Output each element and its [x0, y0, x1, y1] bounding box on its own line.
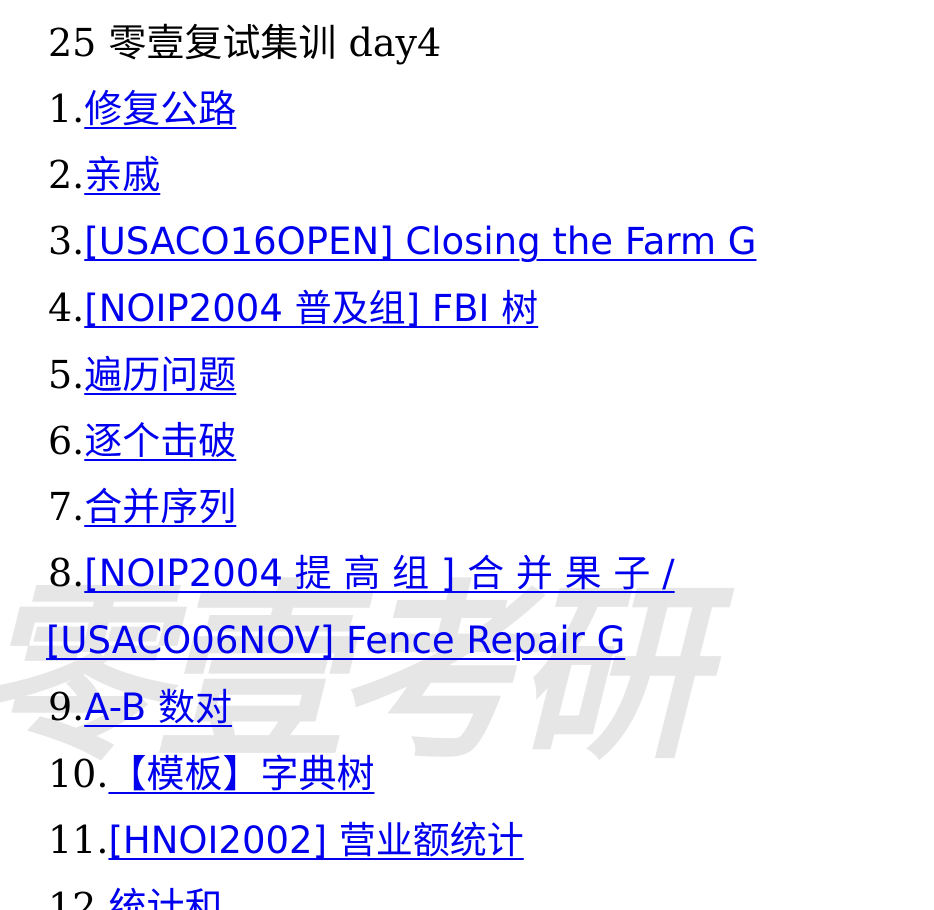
- problem-link[interactable]: [NOIP2004 普及组] FBI 树: [84, 287, 538, 330]
- item-number: 7.: [48, 485, 85, 529]
- item-number: 4.: [48, 286, 85, 330]
- problem-link[interactable]: [NOIP2004 提 高 组 ] 合 并 果 子 /: [84, 552, 674, 595]
- problem-link[interactable]: 逐个击破: [84, 419, 236, 463]
- item-number: 12.: [48, 885, 109, 910]
- list-item: 11.[HNOI2002] 营业额统计: [48, 807, 908, 874]
- document-page: 零壹考研 25 零壹复试集训 day4 1.修复公路 2.亲戚 3.[USACO…: [0, 0, 934, 910]
- item-number: 2.: [48, 153, 85, 197]
- problem-link[interactable]: 遍历问题: [84, 353, 236, 397]
- list-item: 8.[NOIP2004 提 高 组 ] 合 并 果 子 /: [48, 540, 908, 607]
- list-item: 12.统计和: [48, 874, 908, 910]
- list-item: 4.[NOIP2004 普及组] FBI 树: [48, 275, 908, 342]
- problem-link[interactable]: 修复公路: [84, 87, 236, 131]
- problem-link[interactable]: [USACO16OPEN] Closing the Farm G: [84, 220, 756, 263]
- list-item: 3.[USACO16OPEN] Closing the Farm G: [48, 208, 908, 275]
- task-list: 25 零壹复试集训 day4 1.修复公路 2.亲戚 3.[USACO16OPE…: [46, 10, 908, 910]
- list-item: 5.遍历问题: [48, 342, 908, 408]
- item-number: 1.: [48, 87, 85, 131]
- problem-link[interactable]: 亲戚: [84, 153, 160, 197]
- list-item: 1.修复公路: [48, 76, 908, 142]
- list-item: 9.A-B 数对: [48, 674, 908, 741]
- list-item: 10.【模板】字典树: [48, 741, 908, 807]
- list-item: 6.逐个击破: [48, 408, 908, 474]
- problem-link[interactable]: [USACO06NOV] Fence Repair G: [46, 619, 625, 662]
- item-number: 6.: [48, 419, 85, 463]
- problem-link[interactable]: [HNOI2002] 营业额统计: [108, 819, 523, 862]
- item-number: 9.: [48, 685, 85, 729]
- list-item: 7.合并序列: [48, 474, 908, 540]
- problem-link[interactable]: 【模板】字典树: [108, 752, 374, 796]
- item-number: 8.: [48, 551, 85, 595]
- problem-link[interactable]: 统计和: [108, 885, 222, 910]
- page-title: 25 零壹复试集训 day4: [48, 21, 442, 65]
- item-number: 5.: [48, 353, 85, 397]
- problem-link[interactable]: A-B 数对: [84, 686, 232, 729]
- item-number: 3.: [48, 219, 85, 263]
- item-number: 10.: [48, 752, 109, 796]
- list-item-continuation: [USACO06NOV] Fence Repair G: [46, 607, 908, 674]
- item-number: 11.: [48, 818, 109, 862]
- problem-link[interactable]: 合并序列: [84, 485, 236, 529]
- list-item: 2.亲戚: [48, 142, 908, 208]
